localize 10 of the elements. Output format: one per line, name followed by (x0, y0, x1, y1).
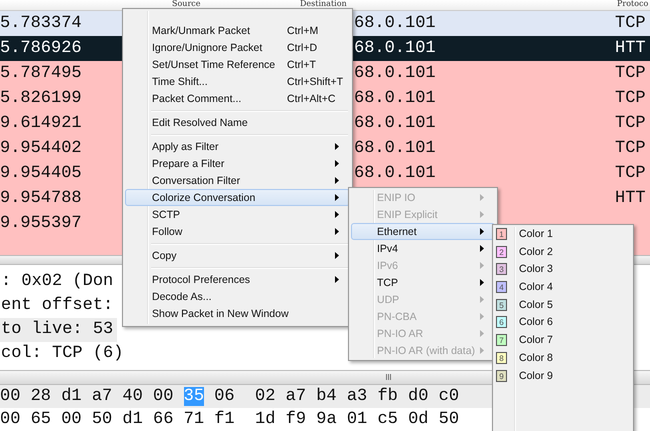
color-swatch: 8 (496, 352, 507, 364)
color-swatch: 4 (496, 281, 507, 294)
color-swatch: 7 (496, 334, 507, 346)
color-swatch: 3 (496, 263, 507, 276)
color-swatch: 6 (496, 316, 507, 328)
color-swatch: 5 (496, 298, 507, 311)
hex-line: 00 65 00 50 d1 66 71 f1 1d f9 9a 01 c5 0d 50 (0, 409, 460, 431)
color-swatch: 9 (496, 370, 507, 382)
color-swatch: 1 (496, 228, 507, 240)
color-swatch: 2 (496, 246, 507, 258)
